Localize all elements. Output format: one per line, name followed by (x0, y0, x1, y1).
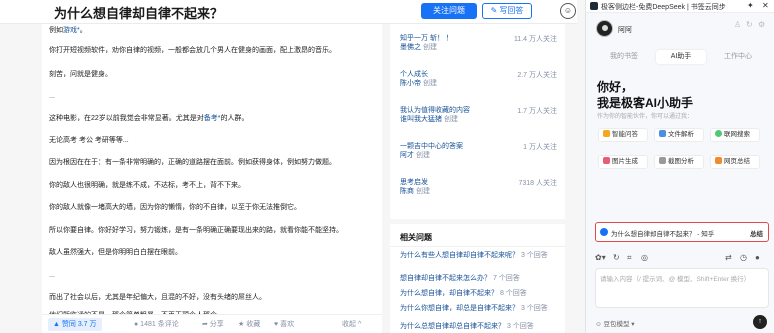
related-question-item[interactable]: 为什么想自律，却自律不起来？ 8 个回答 (400, 289, 527, 298)
model-icon[interactable]: ✿▾ (595, 253, 606, 262)
refresh-icon[interactable]: ↻ (613, 253, 620, 262)
refresh-icon[interactable]: ↻ (746, 20, 753, 29)
image-icon (603, 157, 610, 164)
tab-ai-assistant[interactable]: AI助手 (656, 50, 706, 64)
collection-item[interactable]: 知乎一万 斩！ ！墨佛之 创建 (400, 34, 453, 52)
floating-assistant-icon[interactable]: ☺ (560, 3, 576, 19)
feature-page-summary[interactable]: 网页总结 (710, 155, 760, 169)
chat-input[interactable] (600, 273, 765, 303)
user-icon[interactable]: ♙ (734, 20, 741, 29)
related-question-item[interactable]: 想自律却自律不起来怎么办？ 7 个回答 (400, 274, 520, 283)
feature-file-parse[interactable]: 文件解析 (654, 128, 704, 142)
crop-icon (659, 157, 666, 164)
feature-screenshot[interactable]: 截图分析 (654, 155, 704, 169)
answer-ellipsis: ... (49, 272, 55, 279)
related-collections-card: 知乎一万 斩！ ！墨佛之 创建 11.4 万人关注 个人成长 陈小帝 创建 2.7… (390, 24, 565, 219)
sidebar: 知乎一万 斩！ ！墨佛之 创建 11.4 万人关注 个人成长 陈小帝 创建 2.7… (390, 24, 565, 333)
collection-item[interactable]: 个人成长 陈小帝 创建 (400, 70, 437, 88)
panel-titlebar: 极客侧边栏-免费DeepSeek | 书签云同步 ✦ ✕ (586, 0, 774, 13)
answer-paragraph: 你的敌人也很明确，就是练不成，不达标，考不上，背不下来。 (49, 182, 245, 189)
answer-action-bar: ▲ 赞同 3.7 万 ● 1481 条评论 ➦ 分享 ★ 收藏 ♥ 喜欢 收起 … (42, 314, 382, 333)
collapse-button[interactable]: 收起 ^ (342, 319, 361, 329)
collection-item[interactable]: 思考启发 陈商 创建 (400, 178, 430, 196)
follow-question-button[interactable]: 关注问题 (421, 3, 477, 19)
write-answer-button[interactable]: ✎ 写回答 (482, 3, 532, 19)
greeting-line-1: 你好， (597, 80, 634, 94)
summarize-button[interactable]: 总结 (750, 228, 763, 238)
follower-count: 2.7 万人关注 (517, 72, 557, 79)
related-questions-title: 相关问题 (400, 233, 432, 242)
related-question-item[interactable]: 为什么有些人想自律却自律不起来呢？ 3 个回答 (400, 251, 548, 260)
answer-paragraph: 所以你要自律。你好好学习，努力锻炼，是有一条明确正确要现出来的路，就看你能不能坚… (49, 227, 343, 234)
follower-count: 1.7 万人关注 (517, 108, 557, 115)
feature-web-search[interactable]: 联网搜索 (710, 128, 760, 142)
extension-logo (590, 2, 598, 10)
answer-paragraph: 刻苦，问就是健身。 (49, 71, 112, 78)
answer-paragraph: 敌人虽然强大，但是你明明白白摆在眼前。 (49, 249, 182, 256)
collection-item[interactable]: 我认为值得收藏的内容 谁叫我大猛猪 创建 (400, 106, 470, 124)
close-icon[interactable]: ✕ (762, 1, 769, 10)
tab-work-center[interactable]: 工作中心 (713, 50, 763, 64)
question-header: 为什么想自律却自律不起来？ 关注问题 ✎ 写回答 (0, 0, 577, 24)
globe-icon (715, 130, 722, 137)
ai-assistant-panel: 极客侧边栏-免费DeepSeek | 书签云同步 ✦ ✕ 阿阿 ♙ ↻ ⚙ 我的… (585, 0, 774, 333)
like-button[interactable]: ♥ 喜欢 (274, 319, 294, 329)
answer-paragraph: 例如游戏*。 (49, 27, 87, 34)
tab-bookmarks[interactable]: 我的书签 (599, 50, 649, 64)
settings-sliders-icon[interactable]: ⇄ (725, 253, 732, 262)
answer-paragraph: 因为根因在在于：有一条非常明确的，正确的道路摆在面前。例如获得身体，例如努力做题… (49, 159, 336, 166)
panel-tabs: 我的书签 AI助手 工作中心 (596, 50, 766, 64)
zhihu-icon (600, 228, 608, 236)
input-footer: ☺ 豆包模型 ▾ ↑ (595, 315, 769, 330)
pencil-icon: ✎ (490, 6, 498, 15)
chat-input-box (595, 268, 769, 308)
model-selector[interactable]: ☺ 豆包模型 ▾ (595, 318, 635, 328)
new-chat-icon[interactable]: ● (755, 253, 760, 262)
answer-paragraph: 这种电影，在22岁以前我觉会非常显著。尤其是对备考*的人群。 (49, 115, 249, 122)
username: 阿阿 (618, 27, 632, 34)
feature-image-gen[interactable]: 图片生成 (598, 155, 648, 169)
follower-count: 11.4 万人关注 (513, 36, 557, 43)
answer-ellipsis: ... (49, 93, 55, 100)
related-question-item[interactable]: 为什么总想自律却总自律不起来？ 3 个回答 (400, 322, 534, 331)
question-title: 为什么想自律却自律不起来？ (54, 6, 224, 21)
agree-button[interactable]: ▲ 赞同 3.7 万 (48, 318, 102, 331)
divider (390, 246, 565, 247)
pin-icon[interactable]: ✦ (747, 1, 754, 10)
comments-button[interactable]: ● 1481 条评论 (134, 319, 179, 329)
summary-icon (715, 157, 722, 164)
answer-paragraph: 你打开短视频软件，劝你自律的视频，一般都会放几个男人在健身的画面，配上激昂的音乐… (49, 47, 336, 54)
share-button[interactable]: ➦ 分享 (202, 319, 224, 329)
greeting-subtitle: 作为你的智能伙伴，你可以通过我： (597, 114, 694, 120)
lightbulb-icon (603, 130, 610, 137)
avatar (596, 20, 613, 37)
related-question-item[interactable]: 为什么你想自律，却总是自律不起来？ 3 个回答 (400, 304, 548, 313)
follower-count: 7318 人关注 (518, 180, 557, 187)
panel-tab-title: 极客侧边栏-免费DeepSeek | 书签云同步 (601, 4, 726, 11)
crop-icon[interactable]: ⌗ (627, 253, 632, 263)
related-questions-card: 相关问题 为什么有些人想自律却自律不起来呢？ 3 个回答 想自律却自律不起来怎么… (390, 224, 565, 333)
document-icon (659, 130, 666, 137)
feature-smart-qa[interactable]: 智能问答 (598, 128, 648, 142)
send-button[interactable]: ↑ (753, 315, 767, 329)
inline-link[interactable]: 备考* (204, 115, 221, 122)
answer-paragraph: 而出了社会以后，尤其是年纪偏大，且混的不好，没有头绪的屌丝人。 (49, 294, 266, 301)
gear-icon[interactable]: ⚙ (758, 20, 765, 29)
follower-count: 1 万人关注 (523, 144, 557, 151)
inline-link[interactable]: 游戏* (63, 27, 80, 34)
page-context-box[interactable]: 为什么想自律却自律不起来？ - 知乎 总结 (595, 222, 769, 242)
page-context-title: 为什么想自律却自律不起来？ - 知乎 (611, 231, 715, 238)
collection-item[interactable]: 一颗吉中中心的答案 阿才 创建 (400, 142, 463, 160)
input-toolbar: ✿▾ ↻ ⌗ ◎ ⇄ ◷ ● (595, 253, 769, 265)
history-icon[interactable]: ◷ (740, 253, 747, 262)
answer-paragraph: 你的敌人就像一堵高大的墙，因为你的懒惰，你的不自律，以至于你无法推倒它。 (49, 204, 301, 211)
answer-paragraph: 无论高考 考公 考研等等... (49, 137, 129, 144)
browser-page: 为什么想自律却自律不起来？ 关注问题 ✎ 写回答 ☺ 例如游戏*。 你打开短视频软… (0, 0, 774, 333)
globe-icon[interactable]: ◎ (641, 253, 648, 262)
collect-button[interactable]: ★ 收藏 (238, 319, 260, 329)
answer-content: 例如游戏*。 你打开短视频软件，劝你自律的视频，一般都会放几个男人在健身的画面，… (42, 24, 382, 333)
greeting-line-2: 我是极客AI小助手 (597, 96, 694, 110)
write-answer-label: 写回答 (499, 6, 524, 15)
